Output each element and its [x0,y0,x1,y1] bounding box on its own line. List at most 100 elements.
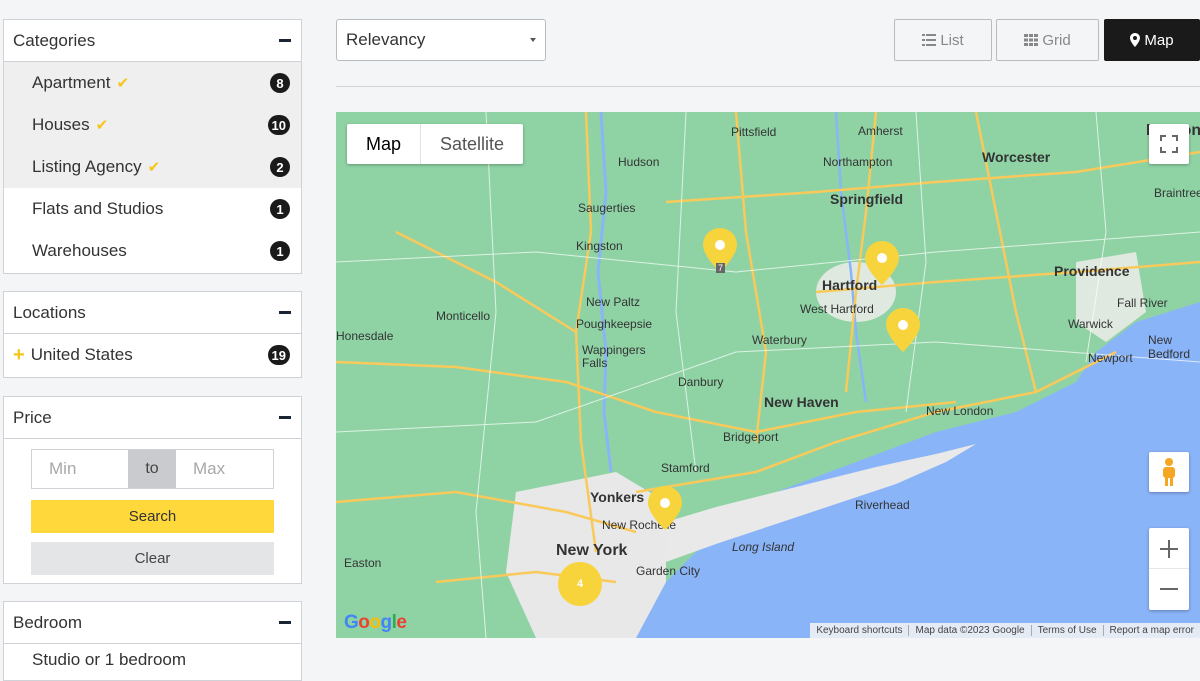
list-label: List [940,31,964,49]
zoom-out-button[interactable] [1149,569,1189,609]
bedroom-item[interactable]: Studio or 1 bedroom [4,644,301,670]
category-item-warehouses[interactable]: Warehouses 1 [4,230,301,272]
city-label: Stamford [661,461,710,475]
location-label: United States [30,345,133,364]
map-canvas[interactable]: Pittsfield Amherst Boston Hudson Northam… [336,112,1200,638]
count-badge: 2 [270,157,290,177]
city-label: Hudson [618,155,660,169]
map-view-button[interactable]: Map [1104,19,1200,61]
collapse-icon[interactable] [279,416,291,419]
google-logo: Google [344,612,407,633]
city-label: Worcester [982,149,1051,165]
categories-panel: Categories Apartment ✔ 8 Houses ✔ 10 Listi… [3,19,302,274]
city-label: Amherst [858,124,903,138]
map-type-satellite-button[interactable]: Satellite [421,124,523,164]
category-item-houses[interactable]: Houses ✔ 10 [4,104,301,146]
list-view-button[interactable]: List [894,19,992,61]
city-label: New York [556,542,628,559]
minus-icon [1160,588,1178,590]
pegman-icon [1163,458,1175,486]
fullscreen-icon [1160,135,1178,153]
city-label: Braintree [1154,186,1200,200]
zoom-in-button[interactable] [1149,529,1189,569]
map-type-map-button[interactable]: Map [347,124,422,164]
map-pin[interactable] [865,241,899,285]
collapse-icon[interactable] [279,621,291,624]
clear-button[interactable]: Clear [31,542,274,575]
cluster-count: 4 [576,578,584,590]
category-label: Flats and Studios [32,199,164,218]
marker-cluster[interactable]: 4 [558,562,602,606]
sort-value: Relevancy [346,30,426,49]
city-label: Newport [1088,351,1133,365]
bedroom-header[interactable]: Bedroom [4,602,301,644]
keyboard-shortcuts-link[interactable]: Keyboard shortcuts [810,625,908,636]
city-label: Monticello [436,309,491,323]
checkmark-icon: ✔ [95,117,109,134]
plus-icon [1160,539,1178,558]
category-item-flats-and-studios[interactable]: Flats and Studios 1 [4,188,301,230]
category-item-listing-agency[interactable]: Listing Agency ✔ 2 [4,146,301,188]
to-label: to [128,450,176,488]
city-label: Yonkers [590,489,645,505]
categories-header[interactable]: Categories [4,20,301,62]
price-title: Price [13,407,52,427]
grid-icon [1024,34,1039,46]
locations-header[interactable]: Locations [4,292,301,334]
pin-count-label: 7 [716,263,726,273]
bedroom-label: Studio or 1 bedroom [32,650,187,669]
count-badge: 10 [267,115,290,135]
collapse-icon[interactable] [279,39,291,42]
categories-title: Categories [13,30,96,50]
city-label: Garden City [636,564,701,578]
price-header[interactable]: Price [4,397,301,439]
city-label: Easton [344,556,382,570]
category-label: Apartment [32,73,111,92]
city-label: Honesdale [336,329,394,343]
list-icon [922,34,937,46]
count-badge: 1 [270,241,290,261]
max-price-input[interactable] [176,450,272,488]
location-item-united-states[interactable]: + United States 19 [4,334,301,376]
expand-plus-icon[interactable]: + [13,345,25,365]
count-badge: 19 [267,345,290,365]
city-label: Springfield [830,191,904,207]
search-button[interactable]: Search [31,500,274,533]
report-map-error-link[interactable]: Report a map error [1102,625,1200,636]
map-pin[interactable] [648,486,682,530]
collapse-icon[interactable] [279,311,291,314]
map-attribution: Keyboard shortcuts Map data ©2023 Google… [810,623,1200,638]
min-price-input[interactable] [32,450,128,488]
category-item-apartment[interactable]: Apartment ✔ 8 [4,62,301,104]
checkmark-icon: ✔ [147,159,161,176]
city-label: Bridgeport [723,430,779,444]
city-label: Long Island [732,540,795,554]
street-view-pegman[interactable] [1149,452,1189,492]
grid-view-button[interactable]: Grid [996,19,1099,61]
city-label: Northampton [823,155,893,169]
city-label: New London [926,404,994,418]
city-labels: Pittsfield Amherst Boston Hudson Northam… [336,112,1200,638]
city-label: Warwick [1068,317,1113,331]
city-label: New Haven [764,394,839,410]
locations-title: Locations [13,302,86,322]
map-type-control: Map Satellite [347,124,524,164]
zoom-control [1149,528,1189,610]
city-label: Danbury [678,375,724,389]
city-label: West Hartford [800,302,874,316]
toolbar-divider [336,86,1200,87]
sort-select[interactable]: Relevancy [336,19,546,61]
count-badge: 1 [270,199,290,219]
price-panel: Price to Search Clear [3,396,302,584]
checkmark-icon: ✔ [116,75,130,92]
bedroom-title: Bedroom [13,612,82,632]
city-label: Waterbury [752,333,807,347]
map-pin[interactable] [886,308,920,352]
city-label: Pittsfield [731,125,777,139]
locations-panel: Locations + United States 19 [3,291,302,378]
fullscreen-button[interactable] [1149,124,1189,164]
terms-of-use-link[interactable]: Terms of Use [1030,625,1103,636]
city-label: New Bedford [1148,333,1191,361]
city-label: Fall River [1117,296,1168,310]
city-label: New Paltz [586,295,641,309]
